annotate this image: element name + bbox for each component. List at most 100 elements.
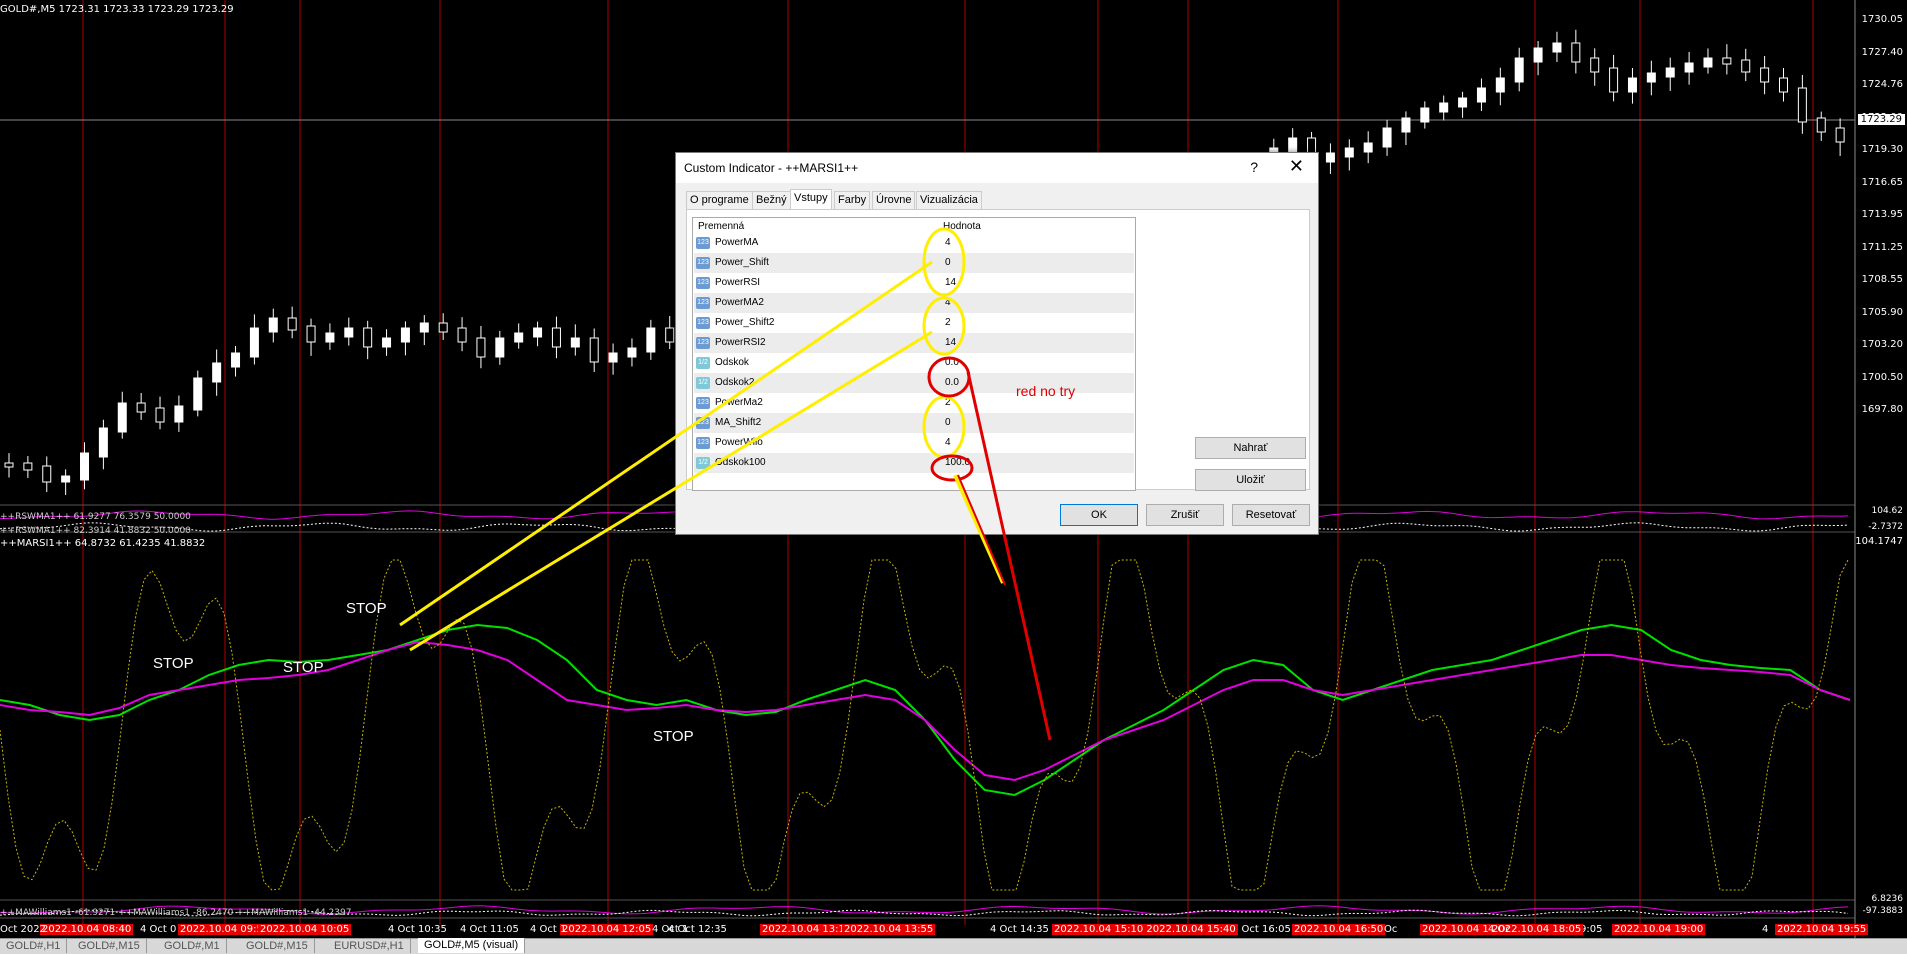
param-row[interactable]: 123 Power_Shift2 2 [694, 313, 1134, 333]
candle-body [325, 332, 335, 343]
reset-button[interactable]: Resetovať [1232, 504, 1310, 526]
tab-levels[interactable]: Úrovne [872, 191, 916, 209]
param-value[interactable]: 0.0 [945, 373, 959, 393]
marsi-rsi-line [0, 559, 1849, 891]
candle-body [438, 322, 448, 333]
candle-body [1590, 57, 1600, 73]
param-value[interactable]: 2 [945, 393, 951, 413]
ok-button[interactable]: OK [1060, 504, 1138, 526]
time-tick: 4 Oc [1488, 924, 1511, 935]
tab-visualization[interactable]: Vizualizácia [916, 191, 982, 209]
candle-body [400, 327, 410, 343]
param-row[interactable]: 123 PowerMA 4 [694, 233, 1134, 253]
param-value[interactable]: 100.0 [945, 453, 970, 473]
tab-chart[interactable]: GOLD#,H1 [0, 939, 68, 953]
candle-body [344, 327, 354, 338]
integer-type-icon: 123 [696, 317, 710, 329]
cancel-button[interactable]: Zrušiť [1146, 504, 1224, 526]
tab-about[interactable]: O programe [686, 191, 753, 209]
candle-body [1703, 57, 1713, 68]
sub1-header-b: ++RSWMA1++ 82.3914 41.8832 50.0000 [0, 526, 191, 536]
tab-chart-active[interactable]: GOLD#,M5 (visual) [418, 938, 526, 953]
time-marker-red: 2022.10.04 08:40 [40, 924, 134, 935]
param-row[interactable]: 1/2 Odskok100 100.0 [694, 453, 1134, 473]
marsi-fast-line [0, 623, 1851, 797]
price-tick: 1703.20 [1861, 339, 1903, 350]
candle-body [4, 462, 14, 468]
sub3-scale-b: -97.3883 [1862, 906, 1903, 916]
candle-body [23, 462, 33, 471]
param-row[interactable]: 123 PowerMA2 4 [694, 293, 1134, 313]
dialog-titlebar[interactable]: Custom Indicator - ++MARSI1++ ? ✕ [676, 153, 1318, 183]
sub1-scale-b: -2.7372 [1868, 522, 1903, 532]
param-value[interactable]: 0 [945, 253, 951, 273]
param-row[interactable]: 1/2 Odskok 0.0 [694, 353, 1134, 373]
double-type-icon: 1/2 [696, 457, 710, 469]
param-name: PowerRSI [715, 277, 761, 288]
candle-body [665, 327, 675, 343]
price-tick: 1713.95 [1861, 209, 1903, 220]
candle-body [1571, 42, 1581, 63]
param-value[interactable]: 4 [945, 233, 951, 253]
save-button[interactable]: Uložiť [1195, 469, 1306, 491]
candle-body [533, 327, 543, 338]
param-row[interactable]: 123 MA_Shift2 0 [694, 413, 1134, 433]
time-tick: 4 Oct 1 [530, 924, 567, 935]
param-value[interactable]: 4 [945, 293, 951, 313]
tab-chart[interactable]: GOLD#,M15 [240, 939, 315, 953]
load-button[interactable]: Nahrať [1195, 437, 1306, 459]
param-name: Power_Shift2 [715, 317, 775, 328]
param-value[interactable]: 14 [945, 273, 956, 293]
candle-body [1627, 77, 1637, 93]
candle-body [1325, 152, 1335, 163]
param-row[interactable]: 123 PowerWilo 4 [694, 433, 1134, 453]
help-button[interactable]: ? [1250, 159, 1258, 175]
param-value[interactable]: 0 [945, 413, 951, 433]
tab-common[interactable]: Bežný [752, 191, 791, 209]
price-tick: 1727.40 [1861, 46, 1903, 58]
price-tick: 1705.90 [1861, 306, 1903, 318]
time-marker-red: 2022.10.04 15:10 2022.10.04 15:40 [1052, 924, 1238, 935]
param-row[interactable]: 123 Power_Shift 0 [694, 253, 1134, 273]
col-header-value: Hodnota [943, 221, 981, 232]
time-tick: 4 Oct 10:35 [388, 924, 447, 935]
price-tick: 1730.05 [1861, 14, 1903, 25]
tab-inputs[interactable]: Vstupy [790, 189, 832, 210]
candle-body [1514, 57, 1524, 83]
tab-chart[interactable]: GOLD#,M1 [158, 939, 227, 953]
tab-chart[interactable]: EURUSD#,H1 [328, 939, 411, 953]
candle-body [1552, 42, 1562, 53]
time-tick: Oct 2022 [0, 924, 46, 935]
candle-body [627, 347, 637, 358]
param-value[interactable]: 0.0 [945, 353, 959, 373]
candle-body [212, 362, 222, 383]
candle-body [1382, 127, 1392, 148]
candle-body [98, 427, 108, 458]
candle-body [1401, 117, 1411, 133]
param-name: PowerMa2 [715, 397, 763, 408]
param-value[interactable]: 14 [945, 333, 956, 353]
integer-type-icon: 123 [696, 337, 710, 349]
param-value[interactable]: 2 [945, 313, 951, 333]
time-tick: 9:05 [1580, 924, 1603, 935]
candle-body [80, 452, 90, 481]
time-marker-red: 2022.10.04 19:55 [1775, 924, 1869, 935]
close-icon[interactable]: ✕ [1289, 156, 1304, 177]
candle-body [306, 325, 316, 343]
candle-body [495, 337, 505, 358]
param-name: MA_Shift2 [715, 417, 762, 428]
param-row[interactable]: 123 PowerRSI2 14 [694, 333, 1134, 353]
param-value[interactable]: 4 [945, 433, 951, 453]
integer-type-icon: 123 [696, 237, 710, 249]
param-row[interactable]: 123 PowerRSI 14 [694, 273, 1134, 293]
tab-colors[interactable]: Farby [834, 191, 871, 209]
param-name: PowerRSI2 [715, 337, 766, 348]
candle-body [1797, 87, 1807, 123]
tab-chart[interactable]: GOLD#,M15 [72, 939, 147, 953]
integer-type-icon: 123 [696, 397, 710, 409]
candle-body [1684, 62, 1694, 73]
time-marker-red: 2022.10.04 13:15 [760, 924, 854, 935]
candle-body [42, 465, 52, 483]
stop-label: STOP [346, 600, 387, 617]
candle-body [1533, 47, 1543, 63]
